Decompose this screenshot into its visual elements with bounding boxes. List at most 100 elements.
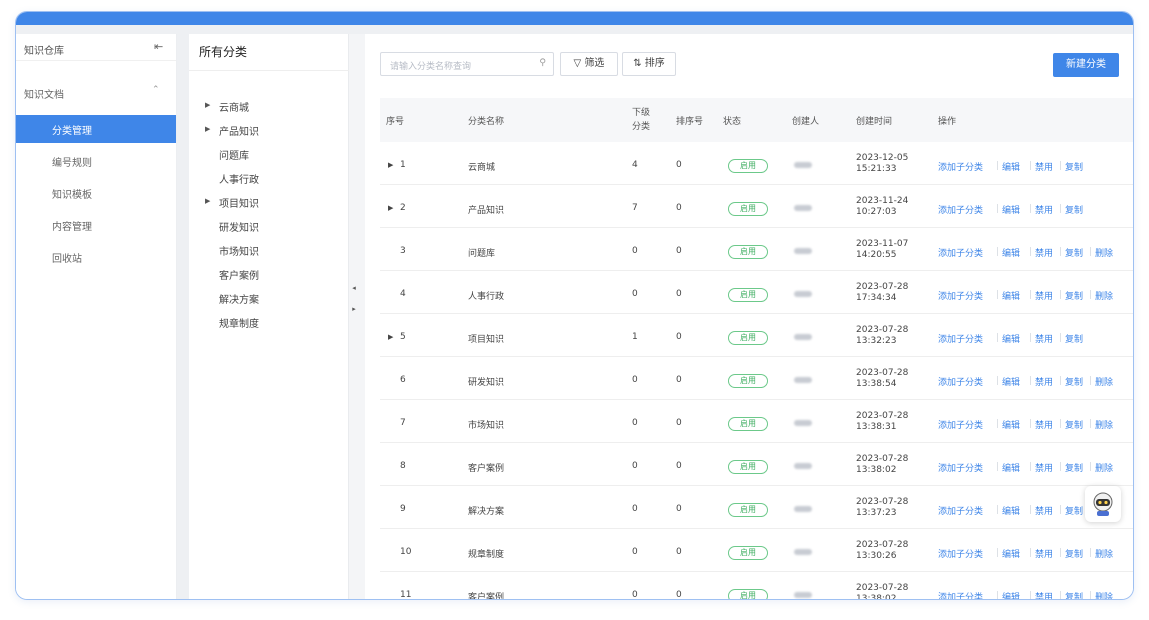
search-icon[interactable]: ⚲: [539, 58, 546, 68]
tree-node[interactable]: 云商城: [219, 99, 249, 114]
add-subcategory-link[interactable]: 添加子分类: [938, 461, 983, 474]
tree-node[interactable]: 项目知识: [219, 195, 259, 210]
add-subcategory-link[interactable]: 添加子分类: [938, 375, 983, 388]
tree-node[interactable]: 人事行政: [219, 171, 259, 186]
add-subcategory-link[interactable]: 添加子分类: [938, 246, 983, 259]
disable-link[interactable]: 禁用: [1035, 418, 1053, 431]
copy-link[interactable]: 复制: [1065, 461, 1083, 474]
add-subcategory-link[interactable]: 添加子分类: [938, 289, 983, 302]
copy-link[interactable]: 复制: [1065, 246, 1083, 259]
edit-link[interactable]: 编辑: [1002, 160, 1020, 173]
add-subcategory-link[interactable]: 添加子分类: [938, 590, 983, 599]
add-subcategory-link[interactable]: 添加子分类: [938, 332, 983, 345]
add-subcategory-link[interactable]: 添加子分类: [938, 160, 983, 173]
delete-link[interactable]: 删除: [1095, 246, 1113, 259]
sort-number: 0: [676, 461, 682, 471]
create-category-button[interactable]: 新建分类: [1053, 53, 1119, 77]
add-subcategory-link[interactable]: 添加子分类: [938, 418, 983, 431]
edit-link[interactable]: 编辑: [1002, 461, 1020, 474]
expand-right-icon[interactable]: ▸: [350, 303, 358, 315]
table-row[interactable]: ▶ 1 云商城 4 0 启用 2023-12-05 15:21:33 添加子分类 编辑 禁用 复制: [380, 142, 1133, 185]
expand-arrow-icon[interactable]: ▶: [205, 125, 210, 133]
edit-link[interactable]: 编辑: [1002, 289, 1020, 302]
disable-link[interactable]: 禁用: [1035, 590, 1053, 599]
copy-link[interactable]: 复制: [1065, 375, 1083, 388]
copy-link[interactable]: 复制: [1065, 203, 1083, 216]
disable-link[interactable]: 禁用: [1035, 203, 1053, 216]
add-subcategory-link[interactable]: 添加子分类: [938, 547, 983, 560]
op-divider: [1030, 505, 1031, 514]
row-expand-icon[interactable]: ▶: [388, 161, 393, 169]
edit-link[interactable]: 编辑: [1002, 375, 1020, 388]
tree-node[interactable]: 研发知识: [219, 219, 259, 234]
edit-link[interactable]: 编辑: [1002, 590, 1020, 599]
table-row[interactable]: 8 客户案例 0 0 启用 2023-07-28 13:38:02 添加子分类 编辑 禁用 复制 删除: [380, 443, 1133, 486]
delete-link[interactable]: 删除: [1095, 375, 1113, 388]
expand-arrow-icon[interactable]: ▶: [205, 101, 210, 109]
add-subcategory-link[interactable]: 添加子分类: [938, 504, 983, 517]
edit-link[interactable]: 编辑: [1002, 246, 1020, 259]
status-badge: 启用: [728, 331, 768, 345]
delete-link[interactable]: 删除: [1095, 289, 1113, 302]
disable-link[interactable]: 禁用: [1035, 375, 1053, 388]
sidebar-item[interactable]: 回收站: [16, 243, 176, 271]
table-row[interactable]: 10 规章制度 0 0 启用 2023-07-28 13:30:26 添加子分类 编辑 禁用 复制删…: [380, 529, 1133, 572]
disable-link[interactable]: 禁用: [1035, 332, 1053, 345]
delete-link[interactable]: 删除: [1095, 461, 1113, 474]
search-input[interactable]: 请输入分类名称查询 ⚲: [380, 52, 554, 76]
tree-node[interactable]: 市场知识: [219, 243, 259, 258]
table-row[interactable]: 11 客户案例 0 0 启用 2023-07-28 13:38:02 添加子分类 编辑 禁用 复制 删…: [380, 572, 1133, 599]
table-row[interactable]: ▶ 2 产品知识 7 0 启用 2023-11-24 10:27:03 添加子分类 编辑 禁用 复制: [380, 185, 1133, 228]
tree-node[interactable]: 解决方案: [219, 291, 259, 306]
edit-link[interactable]: 编辑: [1002, 418, 1020, 431]
expand-arrow-icon[interactable]: ▶: [205, 197, 210, 205]
table-row[interactable]: 3 问题库 0 0 启用 2023-11-07 14:20:55 添加子分类 编辑 禁用 复制 删除: [380, 228, 1133, 271]
op-divider: [1060, 505, 1061, 514]
sort-button[interactable]: ⇅ 排序: [622, 52, 676, 76]
op-divider: [1060, 204, 1061, 213]
disable-link[interactable]: 禁用: [1035, 289, 1053, 302]
collapse-menu-icon[interactable]: ⇤: [154, 40, 163, 53]
copy-link[interactable]: 复制: [1065, 504, 1083, 517]
table-row[interactable]: ▶ 5 项目知识 1 0 启用 2023-07-28 13:32:23 添加子分类 编辑 禁用 复制: [380, 314, 1133, 357]
disable-link[interactable]: 禁用: [1035, 504, 1053, 517]
edit-link[interactable]: 编辑: [1002, 332, 1020, 345]
sidebar-item[interactable]: 分类管理: [16, 115, 176, 143]
tree-node[interactable]: 问题库: [219, 147, 249, 162]
sidebar-group-label: 知识文档: [24, 90, 64, 101]
tree-node[interactable]: 客户案例: [219, 267, 259, 282]
assistant-robot-button[interactable]: [1085, 486, 1121, 522]
sidebar-item[interactable]: 内容管理: [16, 211, 176, 239]
filter-button[interactable]: ▽ 筛选: [560, 52, 618, 76]
delete-link[interactable]: 删除: [1095, 418, 1113, 431]
disable-link[interactable]: 禁用: [1035, 547, 1053, 560]
disable-link[interactable]: 禁用: [1035, 461, 1053, 474]
collapse-left-icon[interactable]: ◂: [350, 282, 358, 294]
edit-link[interactable]: 编辑: [1002, 547, 1020, 560]
table-row[interactable]: 6 研发知识 0 0 启用 2023-07-28 13:38:54 添加子分类 编辑 禁用 复制 删除: [380, 357, 1133, 400]
disable-link[interactable]: 禁用: [1035, 160, 1053, 173]
delete-link[interactable]: 删除: [1095, 590, 1113, 599]
table-row[interactable]: 9解决方案00启用2023-07-2813:37:23添加子分类编辑禁用复制删除: [380, 486, 1133, 529]
copy-link[interactable]: 复制: [1065, 547, 1083, 560]
create-time: 2023-07-28 13:38:02: [856, 583, 908, 599]
disable-link[interactable]: 禁用: [1035, 246, 1053, 259]
edit-link[interactable]: 编辑: [1002, 203, 1020, 216]
sidebar-item[interactable]: 编号规则: [16, 147, 176, 175]
sidebar-group[interactable]: 知识文档 ⌃: [16, 83, 176, 103]
table-row[interactable]: 7 市场知识 0 0 启用 2023-07-28 13:38:31 添加子分类 编辑 禁用 复制 删除: [380, 400, 1133, 443]
row-expand-icon[interactable]: ▶: [388, 204, 393, 212]
row-expand-icon[interactable]: ▶: [388, 333, 393, 341]
edit-link[interactable]: 编辑: [1002, 504, 1020, 517]
sidebar-item[interactable]: 知识模板: [16, 179, 176, 207]
copy-link[interactable]: 复制: [1065, 590, 1083, 599]
tree-node[interactable]: 产品知识: [219, 123, 259, 138]
copy-link[interactable]: 复制: [1065, 160, 1083, 173]
delete-link[interactable]: 删除: [1095, 547, 1113, 560]
copy-link[interactable]: 复制: [1065, 418, 1083, 431]
add-subcategory-link[interactable]: 添加子分类: [938, 203, 983, 216]
copy-link[interactable]: 复制: [1065, 289, 1083, 302]
copy-link[interactable]: 复制: [1065, 332, 1083, 345]
table-row[interactable]: 4 人事行政 0 0 启用 2023-07-28 17:34:34 添加子分类 编辑 禁用 复制 删除: [380, 271, 1133, 314]
tree-node[interactable]: 规章制度: [219, 315, 259, 330]
